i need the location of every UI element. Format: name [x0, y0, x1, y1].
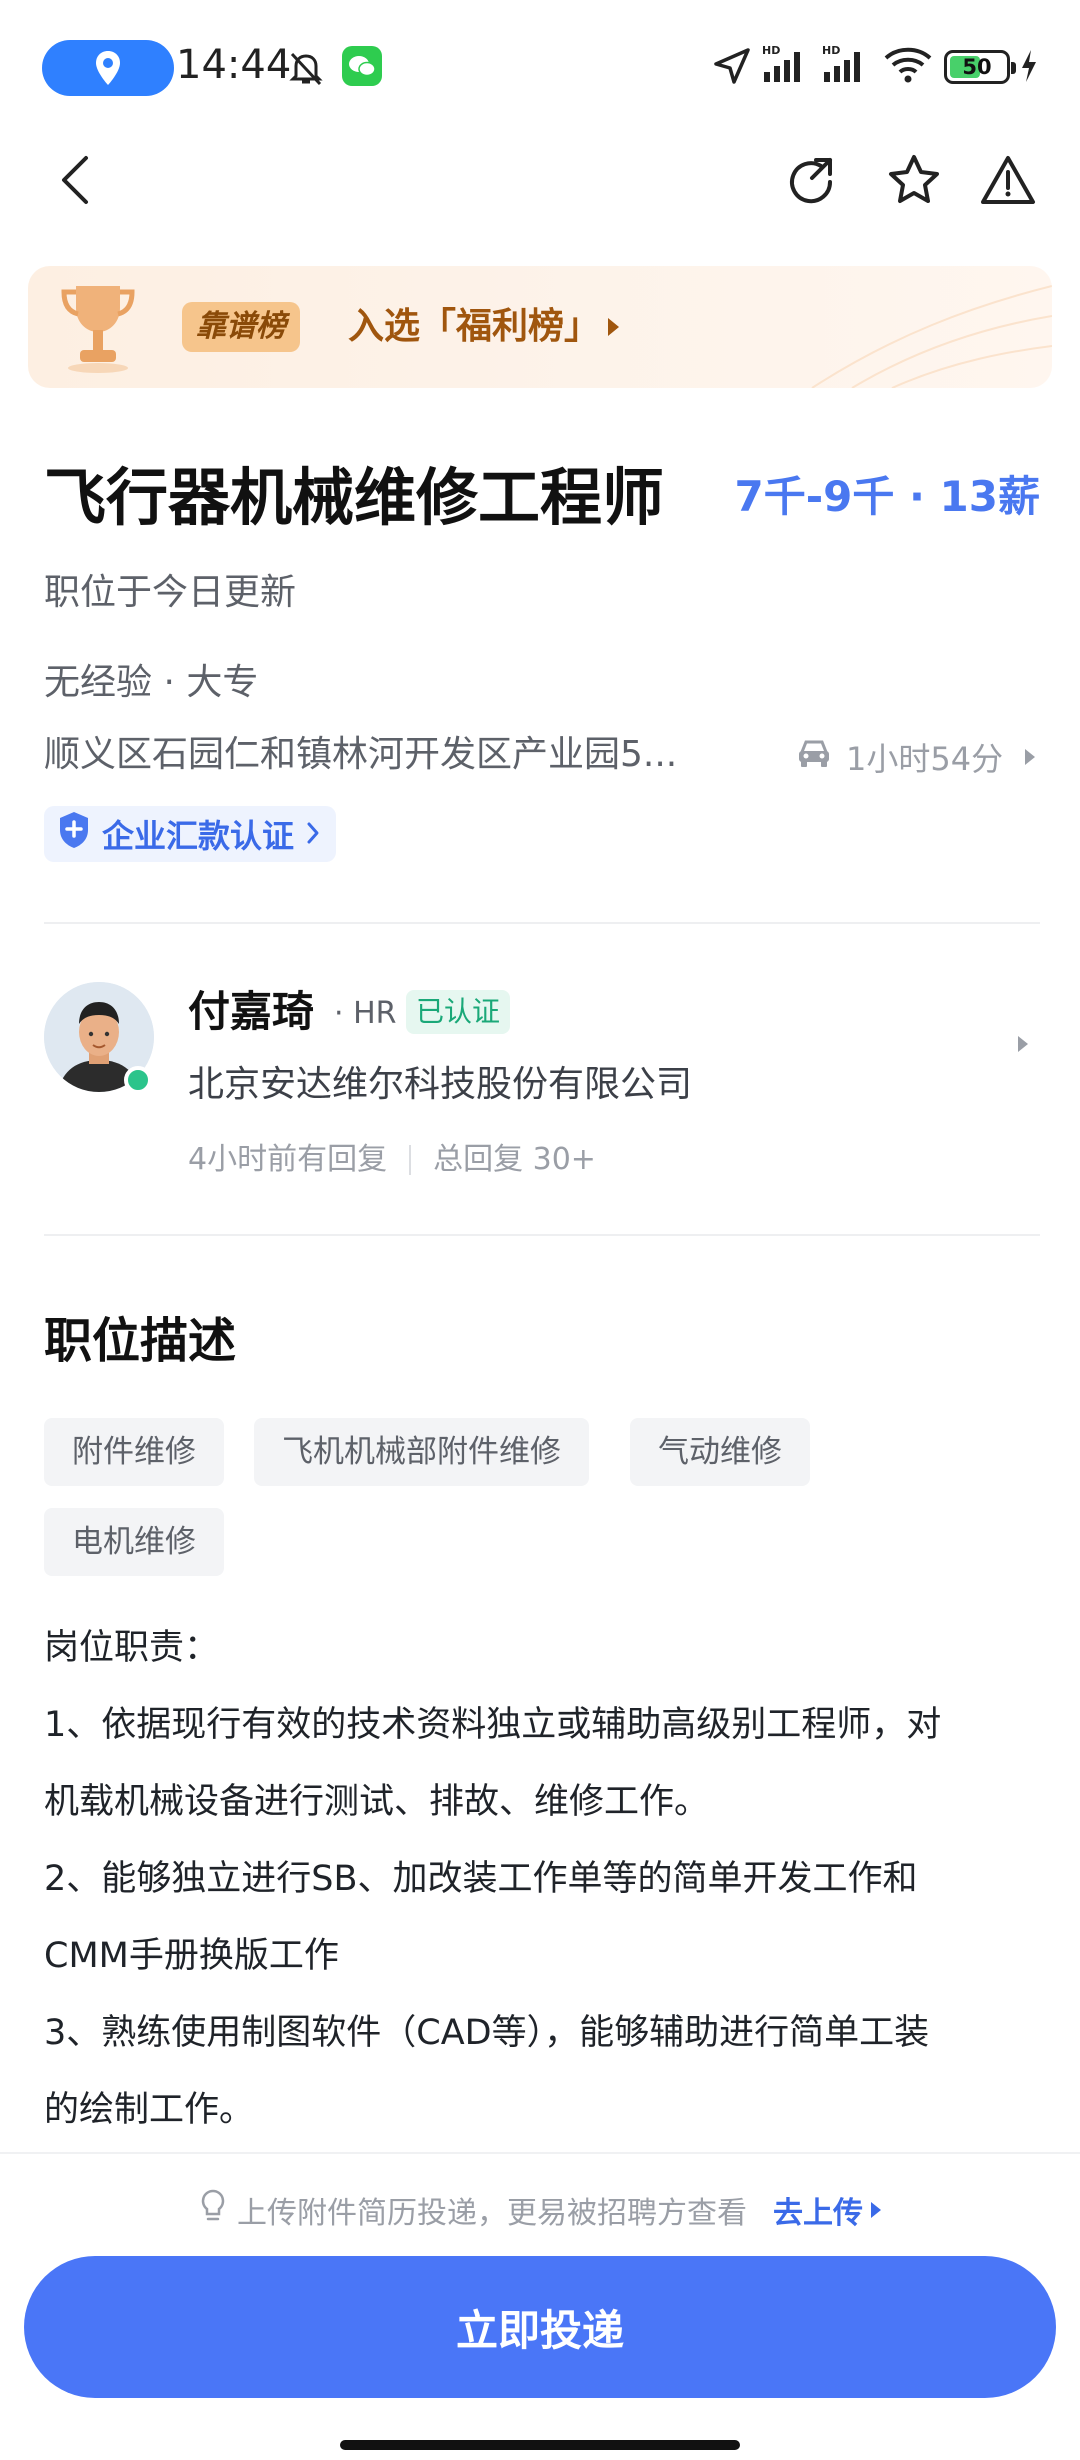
share-icon[interactable] — [772, 140, 852, 220]
star-icon[interactable] — [874, 140, 954, 220]
trophy-icon — [58, 280, 138, 380]
battery-icon: 50 — [944, 50, 1016, 84]
banner-text: 入选「福利榜」 — [348, 306, 601, 347]
recruiter-role: · HR — [334, 996, 397, 1031]
mute-icon — [284, 46, 328, 94]
location-pill-icon[interactable] — [42, 40, 174, 96]
chevron-right-icon — [306, 815, 320, 853]
description-line: CMM手册换版工作 — [44, 1936, 339, 1976]
job-title: 飞行器机械维修工程师 — [44, 461, 665, 534]
commute-time[interactable]: 1小时54分 — [796, 732, 1036, 782]
lightbulb-icon — [199, 2188, 227, 2232]
banner-arrow-icon — [608, 318, 619, 336]
verification-label: 企业汇款认证 — [102, 817, 295, 855]
top-navigation-bar — [0, 130, 1080, 250]
upload-link-label: 去上传 — [773, 2196, 863, 2231]
description-line: 的绘制工作。 — [44, 2090, 255, 2130]
banner-decoration — [811, 285, 1052, 388]
svg-text:HD: HD — [822, 44, 840, 57]
svg-text:HD: HD — [762, 44, 780, 57]
divider — [44, 922, 1040, 924]
commute-arrow-icon — [1025, 749, 1036, 765]
job-address[interactable]: 顺义区石园仁和镇林河开发区产业园5... — [44, 728, 744, 782]
description-line: 2、能够独立进行SB、加改装工作单等的简单开发工作和 — [44, 1859, 918, 1899]
report-icon[interactable] — [968, 140, 1048, 220]
description-line: 岗位职责： — [44, 1628, 220, 1668]
signal-icon: HD — [760, 42, 814, 90]
divider — [44, 1234, 1040, 1236]
recruiter-stats: 4小时前有回复 总回复 30+ — [188, 1136, 596, 1184]
recruiter-name: 付嘉琦 — [188, 987, 315, 1036]
apply-button[interactable]: 立即投递 — [24, 2256, 1056, 2398]
upload-arrow-icon — [871, 2202, 881, 2218]
reply-time: 4小时前有回复 — [188, 1142, 388, 1177]
upload-hint: 上传附件简历投递，更易被招聘方查看 去上传 — [0, 2180, 1080, 2240]
job-description: 岗位职责： 1、依据现行有效的技术资料独立或辅助高级别工程师，对 机载机械设备进… — [44, 1610, 1044, 2149]
home-indicator[interactable] — [340, 2440, 740, 2450]
status-bar: 14:44 HD HD 50 — [0, 0, 1080, 130]
job-requirements: 无经验 · 大专 — [44, 662, 259, 703]
ranking-tag: 靠谱榜 — [182, 302, 300, 352]
signal-icon-2: HD — [820, 42, 874, 90]
navigation-icon — [712, 46, 752, 90]
verified-badge: 已认证 — [406, 990, 511, 1034]
wifi-icon — [882, 44, 934, 88]
description-line: 1、依据现行有效的技术资料独立或辅助高级别工程师，对 — [44, 1705, 942, 1745]
update-status: 职位于今日更新 — [44, 572, 297, 613]
ranking-banner[interactable]: 靠谱榜 入选「福利榜」 — [28, 266, 1052, 388]
upload-resume-link[interactable]: 去上传 — [773, 2188, 881, 2232]
back-icon[interactable] — [36, 140, 116, 220]
stats-divider — [409, 1145, 412, 1175]
description-line: 机载机械设备进行测试、排故、维修工作。 — [44, 1782, 710, 1822]
upload-hint-text: 上传附件简历投递，更易被招聘方查看 — [237, 2196, 747, 2231]
total-replies: 总回复 30+ — [433, 1142, 596, 1177]
charging-icon — [1020, 48, 1038, 88]
commute-label: 1小时54分 — [846, 740, 1004, 778]
skill-tag[interactable]: 气动维修 — [630, 1418, 810, 1486]
shield-icon — [56, 810, 92, 858]
car-icon — [796, 738, 832, 776]
company-name[interactable]: 北京安达维尔科技股份有限公司 — [188, 1058, 692, 1112]
status-time: 14:44 — [176, 42, 292, 88]
verification-chip[interactable]: 企业汇款认证 — [44, 806, 337, 862]
skill-tag[interactable]: 附件维修 — [44, 1418, 224, 1486]
salary: 7千-9千 · 13薪 — [734, 472, 1040, 521]
skill-tag[interactable]: 飞机机械部附件维修 — [254, 1418, 589, 1486]
wechat-icon — [342, 46, 382, 90]
online-status-icon — [124, 1066, 152, 1094]
skill-tag[interactable]: 电机维修 — [44, 1508, 224, 1576]
recruiter-arrow-icon[interactable] — [1018, 1036, 1028, 1052]
section-title: 职位描述 — [44, 1313, 237, 1369]
description-line: 3、熟练使用制图软件（CAD等），能够辅助进行简单工装 — [44, 2013, 930, 2053]
